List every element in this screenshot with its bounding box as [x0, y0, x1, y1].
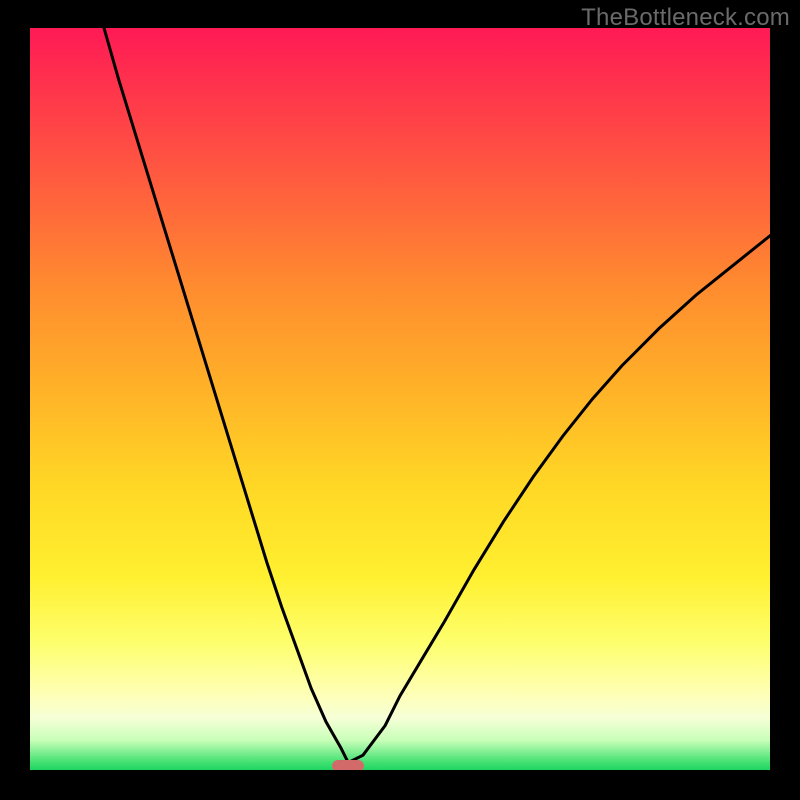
optimal-marker [332, 760, 364, 770]
watermark-text: TheBottleneck.com [581, 4, 790, 32]
plot-area [30, 28, 770, 770]
chart-frame: TheBottleneck.com [0, 0, 800, 800]
bottleneck-curve [104, 28, 770, 763]
bottleneck-curve-svg [30, 28, 770, 770]
